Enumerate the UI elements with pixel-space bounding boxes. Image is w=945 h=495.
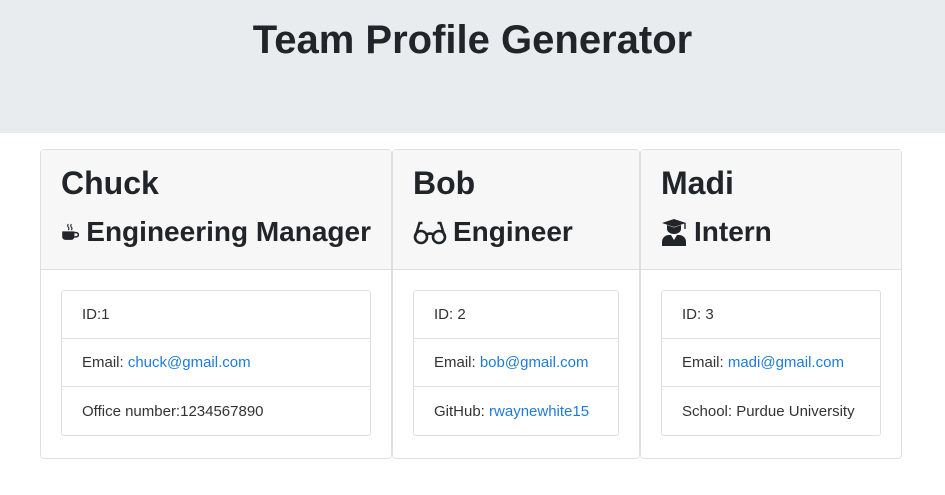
email-label: Email: xyxy=(434,354,480,371)
employee-name: Chuck xyxy=(61,165,159,201)
email-label: Email: xyxy=(82,354,128,371)
card-header: Madi Intern xyxy=(641,150,901,270)
employee-role-label: Engineer xyxy=(453,216,573,247)
email-label: Email: xyxy=(682,354,728,371)
employee-card-engineer: Bob Engineer ID: 2 Email: bob@gmail.com … xyxy=(392,149,640,459)
employee-id: ID: 3 xyxy=(662,291,880,339)
employee-card-manager: Chuck Engineering Manager ID:1 Email: ch… xyxy=(40,149,392,459)
email-link[interactable]: chuck@gmail.com xyxy=(128,354,251,371)
employee-role: Engineer xyxy=(413,215,619,249)
employee-name: Bob xyxy=(413,165,476,201)
github-link[interactable]: rwaynewhite15 xyxy=(489,403,589,420)
card-body: ID: 3 Email: madi@gmail.com School: Purd… xyxy=(641,270,901,436)
email-link[interactable]: bob@gmail.com xyxy=(480,354,589,371)
card-header: Chuck Engineering Manager xyxy=(41,150,391,270)
employee-id: ID: 2 xyxy=(414,291,618,339)
card-body: ID: 2 Email: bob@gmail.com GitHub: rwayn… xyxy=(393,270,639,436)
employee-details: ID: 2 Email: bob@gmail.com GitHub: rwayn… xyxy=(413,290,619,436)
page-title: Team Profile Generator xyxy=(252,18,693,62)
employee-id: ID:1 xyxy=(62,291,370,339)
card-body: ID:1 Email: chuck@gmail.com Office numbe… xyxy=(41,270,391,436)
employee-email: Email: bob@gmail.com xyxy=(414,339,618,387)
card-header: Bob Engineer xyxy=(393,150,639,270)
employee-details: ID:1 Email: chuck@gmail.com Office numbe… xyxy=(61,290,371,436)
email-link[interactable]: madi@gmail.com xyxy=(728,354,844,371)
glasses-icon xyxy=(413,218,447,246)
coffee-mug-icon xyxy=(61,218,80,246)
employee-details: ID: 3 Email: madi@gmail.com School: Purd… xyxy=(661,290,881,436)
employee-email: Email: chuck@gmail.com xyxy=(62,339,370,387)
employee-role: Engineering Manager xyxy=(61,215,371,249)
employee-card-intern: Madi Intern ID: 3 Email: madi@gmail.com … xyxy=(640,149,902,459)
office-number: Office number:1234567890 xyxy=(82,402,264,420)
employee-name: Madi xyxy=(661,165,734,201)
employee-role: Intern xyxy=(661,215,881,249)
graduate-icon xyxy=(661,218,687,246)
employee-school: School: Purdue University xyxy=(682,402,855,420)
page-header: Team Profile Generator xyxy=(0,0,945,133)
team-cards: Chuck Engineering Manager ID:1 Email: ch… xyxy=(40,149,902,459)
employee-github: GitHub: rwaynewhite15 xyxy=(414,387,618,435)
employee-role-label: Intern xyxy=(694,216,772,247)
github-label: GitHub: xyxy=(434,402,490,420)
employee-role-label: Engineering Manager xyxy=(86,216,371,247)
employee-email: Email: madi@gmail.com xyxy=(662,339,880,387)
